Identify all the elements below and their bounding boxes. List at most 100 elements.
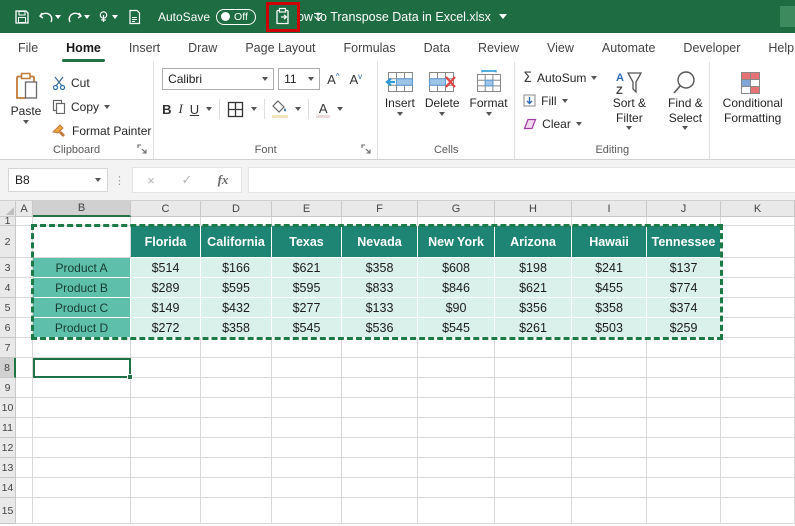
name-box-chevron-icon[interactable] xyxy=(95,178,101,182)
cell-H3[interactable]: $198 xyxy=(495,258,572,278)
cell-H12[interactable] xyxy=(495,438,572,458)
find-select-chevron-icon[interactable] xyxy=(682,126,689,130)
redo-button[interactable] xyxy=(65,4,92,30)
cell-E1[interactable] xyxy=(272,217,342,226)
row-header-10[interactable]: 10 xyxy=(0,398,16,418)
cell-F5[interactable]: $133 xyxy=(342,298,418,318)
tab-view[interactable]: View xyxy=(533,33,588,62)
tab-review[interactable]: Review xyxy=(464,33,533,62)
tab-home[interactable]: Home xyxy=(52,33,115,62)
cell-K14[interactable] xyxy=(721,478,795,498)
row-header-9[interactable]: 9 xyxy=(0,378,16,398)
insert-function-button[interactable]: fx xyxy=(205,172,241,188)
cell-D10[interactable] xyxy=(201,398,272,418)
column-header-J[interactable]: J xyxy=(647,201,721,217)
cell-J2[interactable]: Tennessee xyxy=(647,226,721,258)
cell-H7[interactable] xyxy=(495,338,572,358)
cell-J6[interactable]: $259 xyxy=(647,318,721,338)
tab-data[interactable]: Data xyxy=(410,33,464,62)
cell-F1[interactable] xyxy=(342,217,418,226)
cell-J13[interactable] xyxy=(647,458,721,478)
cell-F11[interactable] xyxy=(342,418,418,438)
shrink-font-button[interactable]: Av xyxy=(347,72,366,87)
cell-H15[interactable] xyxy=(495,498,572,524)
cell-D14[interactable] xyxy=(201,478,272,498)
cell-A2[interactable] xyxy=(16,226,33,258)
cell-I4[interactable]: $455 xyxy=(572,278,647,298)
cell-E13[interactable] xyxy=(272,458,342,478)
row-header-2[interactable]: 2 xyxy=(0,226,16,258)
cell-I8[interactable] xyxy=(572,358,647,378)
cell-J11[interactable] xyxy=(647,418,721,438)
cell-F9[interactable] xyxy=(342,378,418,398)
cell-A15[interactable] xyxy=(16,498,33,524)
print-preview-button[interactable] xyxy=(122,4,146,30)
tab-automate[interactable]: Automate xyxy=(588,33,670,62)
cell-E9[interactable] xyxy=(272,378,342,398)
undo-dropdown-chevron-icon[interactable] xyxy=(55,14,61,19)
row-header-7[interactable]: 7 xyxy=(0,338,16,358)
cell-A11[interactable] xyxy=(16,418,33,438)
cell-A6[interactable] xyxy=(16,318,33,338)
cell-D7[interactable] xyxy=(201,338,272,358)
cell-G2[interactable]: New York xyxy=(418,226,495,258)
cell-F14[interactable] xyxy=(342,478,418,498)
cell-B3[interactable]: Product A xyxy=(33,258,131,278)
cell-I5[interactable]: $358 xyxy=(572,298,647,318)
clear-button[interactable]: Clear xyxy=(523,114,597,133)
font-name-combobox[interactable]: Calibri xyxy=(162,68,275,90)
cell-J10[interactable] xyxy=(647,398,721,418)
cell-F3[interactable]: $358 xyxy=(342,258,418,278)
cell-I12[interactable] xyxy=(572,438,647,458)
cell-J9[interactable] xyxy=(647,378,721,398)
chevron-down-icon[interactable] xyxy=(498,14,507,19)
cell-K5[interactable] xyxy=(721,298,795,318)
cell-F13[interactable] xyxy=(342,458,418,478)
fill-color-button[interactable] xyxy=(272,100,289,118)
column-header-B[interactable]: B xyxy=(33,201,131,217)
paste-dropdown-chevron-icon[interactable] xyxy=(23,120,29,124)
cell-G13[interactable] xyxy=(418,458,495,478)
cell-D15[interactable] xyxy=(201,498,272,524)
row-header-6[interactable]: 6 xyxy=(0,318,16,338)
cell-B15[interactable] xyxy=(33,498,131,524)
cell-G6[interactable]: $545 xyxy=(418,318,495,338)
cell-G14[interactable] xyxy=(418,478,495,498)
cell-A7[interactable] xyxy=(16,338,33,358)
cell-F6[interactable]: $536 xyxy=(342,318,418,338)
cell-J8[interactable] xyxy=(647,358,721,378)
copy-button[interactable]: Copy xyxy=(52,96,151,117)
cell-A10[interactable] xyxy=(16,398,33,418)
font-color-button[interactable]: A xyxy=(316,101,331,118)
tab-insert[interactable]: Insert xyxy=(115,33,174,62)
cell-E7[interactable] xyxy=(272,338,342,358)
cell-C7[interactable] xyxy=(131,338,201,358)
cell-F12[interactable] xyxy=(342,438,418,458)
cell-K6[interactable] xyxy=(721,318,795,338)
cell-E5[interactable]: $277 xyxy=(272,298,342,318)
cell-K13[interactable] xyxy=(721,458,795,478)
row-header-1[interactable]: 1 xyxy=(0,215,16,227)
cell-B10[interactable] xyxy=(33,398,131,418)
cell-J7[interactable] xyxy=(647,338,721,358)
cell-A3[interactable] xyxy=(16,258,33,278)
cell-C13[interactable] xyxy=(131,458,201,478)
tab-formulas[interactable]: Formulas xyxy=(330,33,410,62)
cell-F10[interactable] xyxy=(342,398,418,418)
copy-dropdown-chevron-icon[interactable] xyxy=(104,104,111,109)
column-header-K[interactable]: K xyxy=(721,201,795,217)
cell-E8[interactable] xyxy=(272,358,342,378)
cell-H9[interactable] xyxy=(495,378,572,398)
cell-I1[interactable] xyxy=(572,217,647,226)
cell-K1[interactable] xyxy=(721,217,795,226)
cell-D8[interactable] xyxy=(201,358,272,378)
cell-C15[interactable] xyxy=(131,498,201,524)
cell-D2[interactable]: California xyxy=(201,226,272,258)
cell-E2[interactable]: Texas xyxy=(272,226,342,258)
cell-F7[interactable] xyxy=(342,338,418,358)
cell-E6[interactable]: $545 xyxy=(272,318,342,338)
cell-D3[interactable]: $166 xyxy=(201,258,272,278)
cell-I13[interactable] xyxy=(572,458,647,478)
cell-D13[interactable] xyxy=(201,458,272,478)
tab-help[interactable]: Help xyxy=(754,33,795,62)
